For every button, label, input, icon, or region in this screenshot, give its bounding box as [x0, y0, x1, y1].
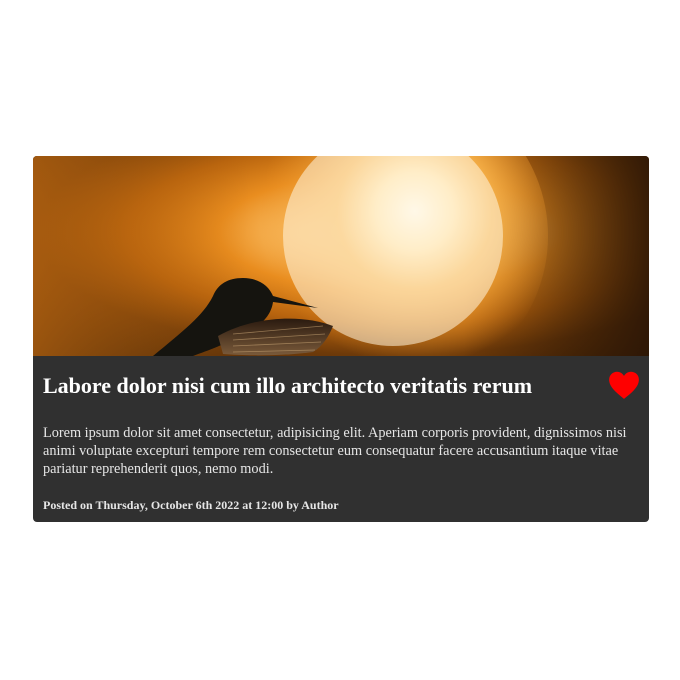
heart-icon[interactable] [607, 368, 641, 402]
post-meta: Posted on Thursday, October 6th 2022 at … [43, 498, 339, 512]
hummingbird-image [33, 156, 649, 356]
post-card: Labore dolor nisi cum illo architecto ve… [33, 156, 649, 522]
post-title[interactable]: Labore dolor nisi cum illo architecto ve… [43, 371, 603, 401]
post-description: Lorem ipsum dolor sit amet consectetur, … [43, 425, 627, 477]
card-image [33, 156, 649, 356]
